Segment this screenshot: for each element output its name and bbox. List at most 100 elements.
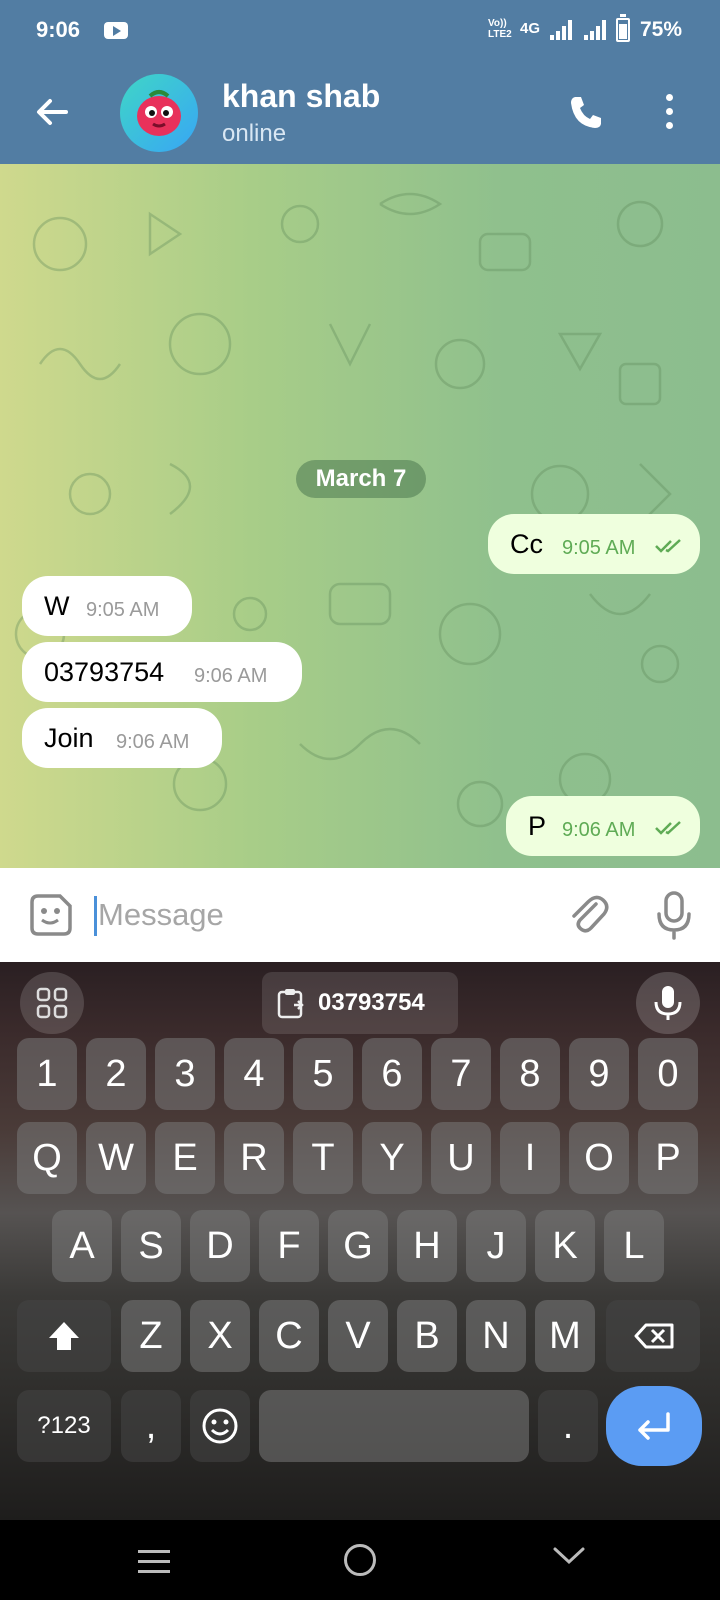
message-input[interactable] [98, 890, 518, 940]
keyboard: 03793754 1 2 3 4 5 6 7 8 9 0 Q W E R T Y… [0, 962, 720, 1520]
message-text: P [528, 811, 547, 841]
key-v[interactable]: V [328, 1300, 388, 1372]
key-n[interactable]: N [466, 1300, 526, 1372]
voice-input-button[interactable] [636, 972, 700, 1034]
network-type: 4G [520, 20, 541, 37]
message-bubble-incoming[interactable]: W 9:05 AM [22, 576, 192, 636]
key-h[interactable]: H [397, 1210, 457, 1282]
text-cursor [94, 896, 97, 936]
enter-icon [638, 1412, 670, 1440]
key-i[interactable]: I [500, 1122, 560, 1194]
signal-icon-2 [584, 20, 608, 40]
key-5[interactable]: 5 [293, 1038, 353, 1110]
double-check-icon [655, 821, 681, 835]
status-bar: 9:06 Vo)) LTE2 4G 75% [0, 0, 720, 62]
home-button[interactable] [344, 1544, 376, 1576]
nav-back-chevron-icon[interactable] [552, 1546, 586, 1566]
battery-percent: 75% [640, 18, 683, 41]
key-f[interactable]: F [259, 1210, 319, 1282]
key-g[interactable]: G [328, 1210, 388, 1282]
key-q[interactable]: Q [17, 1122, 77, 1194]
message-time: 9:06 AM [194, 665, 268, 687]
message-bubble-incoming[interactable]: 03793754 9:06 AM [22, 642, 302, 702]
message-composer [0, 868, 720, 962]
key-k[interactable]: K [535, 1210, 595, 1282]
symbols-key[interactable]: ?123 [17, 1390, 111, 1462]
recent-apps-button[interactable] [138, 1550, 170, 1574]
message-text: 03793754 [44, 657, 165, 687]
message-text: Join [44, 723, 94, 753]
youtube-notification-icon [104, 22, 128, 39]
shift-icon [49, 1322, 79, 1350]
key-y[interactable]: Y [362, 1122, 422, 1194]
key-m[interactable]: M [535, 1300, 595, 1372]
chat-title[interactable]: khan shab [222, 78, 380, 115]
back-arrow-icon[interactable] [32, 92, 72, 132]
microphone-icon[interactable] [654, 890, 694, 940]
emoji-icon [202, 1408, 238, 1444]
key-0[interactable]: 0 [638, 1038, 698, 1110]
microphone-icon [654, 986, 682, 1020]
key-4[interactable]: 4 [224, 1038, 284, 1110]
more-options-icon[interactable] [660, 92, 680, 132]
key-w[interactable]: W [86, 1122, 146, 1194]
key-2[interactable]: 2 [86, 1038, 146, 1110]
key-t[interactable]: T [293, 1122, 353, 1194]
key-s[interactable]: S [121, 1210, 181, 1282]
enter-key[interactable] [606, 1386, 702, 1466]
key-7[interactable]: 7 [431, 1038, 491, 1110]
message-text: Cc [510, 529, 543, 559]
signal-icon [550, 20, 574, 40]
key-l[interactable]: L [604, 1210, 664, 1282]
message-time: 9:05 AM [562, 537, 636, 559]
volte-indicator: Vo)) LTE2 [488, 18, 512, 40]
grid-icon [36, 987, 68, 1019]
space-key[interactable] [259, 1390, 529, 1462]
message-bubble-outgoing[interactable]: P 9:06 AM [506, 796, 700, 856]
clipboard-suggestion[interactable]: 03793754 [262, 972, 458, 1034]
key-p[interactable]: P [638, 1122, 698, 1194]
key-6[interactable]: 6 [362, 1038, 422, 1110]
key-x[interactable]: X [190, 1300, 250, 1372]
period-key[interactable]: . [538, 1390, 598, 1462]
avatar-icon [137, 90, 181, 136]
attach-icon[interactable] [566, 892, 610, 938]
key-3[interactable]: 3 [155, 1038, 215, 1110]
key-j[interactable]: J [466, 1210, 526, 1282]
double-check-icon [655, 539, 681, 553]
clipboard-icon [277, 989, 304, 1019]
message-bubble-incoming[interactable]: Join 9:06 AM [22, 708, 222, 768]
key-r[interactable]: R [224, 1122, 284, 1194]
emoji-key[interactable] [190, 1390, 250, 1462]
key-z[interactable]: Z [121, 1300, 181, 1372]
key-1[interactable]: 1 [17, 1038, 77, 1110]
message-time: 9:06 AM [116, 731, 190, 753]
key-8[interactable]: 8 [500, 1038, 560, 1110]
key-9[interactable]: 9 [569, 1038, 629, 1110]
system-nav-bar [0, 1520, 720, 1600]
chat-header: khan shab online [0, 62, 720, 164]
key-d[interactable]: D [190, 1210, 250, 1282]
sticker-emoji-icon[interactable] [28, 892, 74, 938]
message-time: 9:06 AM [562, 819, 636, 841]
backspace-icon [634, 1323, 674, 1349]
backspace-key[interactable] [606, 1300, 700, 1372]
key-a[interactable]: A [52, 1210, 112, 1282]
avatar[interactable] [120, 74, 198, 152]
battery-icon [616, 14, 630, 42]
key-b[interactable]: B [397, 1300, 457, 1372]
comma-key[interactable]: , [121, 1390, 181, 1462]
phone-icon[interactable] [566, 92, 606, 132]
message-bubble-outgoing[interactable]: Cc 9:05 AM [488, 514, 700, 574]
chat-area[interactable]: March 7 Cc 9:05 AM W 9:05 AM 03793754 9:… [0, 164, 720, 868]
shift-key[interactable] [17, 1300, 111, 1372]
keyboard-apps-button[interactable] [20, 972, 84, 1034]
key-e[interactable]: E [155, 1122, 215, 1194]
key-o[interactable]: O [569, 1122, 629, 1194]
chat-status: online [222, 120, 287, 147]
status-time: 9:06 [36, 17, 81, 42]
key-u[interactable]: U [431, 1122, 491, 1194]
date-separator: March 7 [296, 460, 426, 498]
message-text: W [44, 591, 70, 621]
key-c[interactable]: C [259, 1300, 319, 1372]
